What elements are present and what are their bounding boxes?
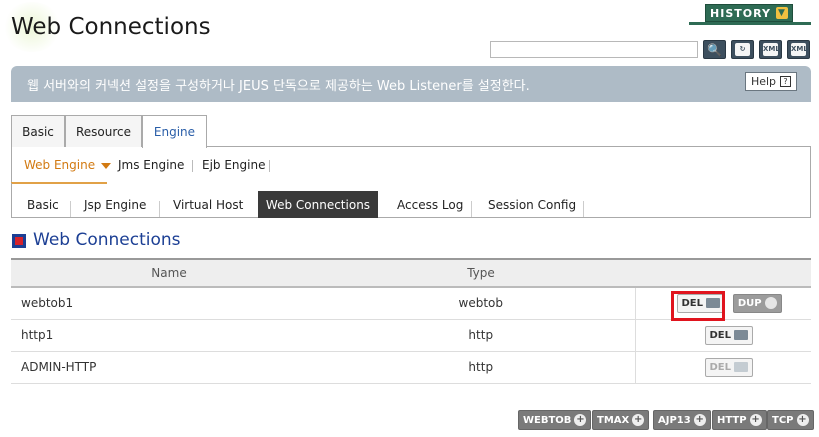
database-icon: [734, 362, 749, 372]
help-label: Help: [750, 75, 777, 88]
row-name: ADMIN-HTTP: [11, 351, 327, 384]
add-webtob-button[interactable]: WEBTOB +: [518, 410, 592, 430]
history-label: HISTORY: [710, 6, 771, 20]
dup-button[interactable]: DUP: [732, 293, 782, 313]
search-icon: 🔍: [707, 42, 722, 57]
tab-separator: [192, 160, 193, 172]
search-input[interactable]: [490, 41, 698, 58]
tab-web-basic[interactable]: Basic: [27, 198, 59, 212]
search-button[interactable]: 🔍: [703, 40, 726, 59]
add-icon: +: [693, 414, 706, 426]
tab-virtual-host[interactable]: Virtual Host: [173, 198, 243, 212]
add-icon: +: [749, 414, 762, 426]
main-tabs: Basic Resource Engine: [11, 115, 811, 148]
add-ajp13-button[interactable]: AJP13 +: [653, 410, 711, 430]
section-bullet-icon: [12, 234, 26, 248]
chevron-down-icon: ▼: [775, 7, 788, 19]
refresh-button[interactable]: ↻: [731, 40, 754, 59]
add-icon: +: [796, 414, 809, 426]
table-row: http1 http DEL: [11, 319, 811, 352]
tab-jsp-engine[interactable]: Jsp Engine: [84, 198, 146, 212]
caret-down-icon: [101, 162, 112, 169]
column-header-type: Type: [327, 258, 635, 288]
tab-web-engine-label: Web Engine: [24, 158, 96, 172]
tab-separator: [269, 160, 270, 172]
row-type: http: [327, 319, 635, 352]
add-ajp13-label: AJP13: [658, 414, 691, 426]
add-icon: +: [632, 414, 645, 426]
row-type: webtob: [327, 287, 635, 320]
highlight-box: [671, 291, 725, 321]
web-engine-tabs: Basic Jsp Engine Virtual Host Web Connec…: [11, 183, 811, 218]
section-title: Web Connections: [33, 230, 181, 250]
tab-session-config[interactable]: Session Config: [488, 198, 576, 212]
add-tcp-label: TCP: [772, 414, 794, 426]
del-label: DEL: [709, 329, 732, 341]
add-tcp-button[interactable]: TCP +: [767, 410, 814, 430]
add-tmax-button[interactable]: TMAX +: [592, 410, 650, 430]
export-xml-icon: XML: [763, 43, 780, 56]
tab-jms-engine[interactable]: Jms Engine: [118, 158, 184, 172]
add-icon: +: [574, 414, 587, 426]
tab-engine[interactable]: Engine: [142, 115, 207, 148]
import-xml-button[interactable]: XML: [787, 40, 810, 59]
tab-web-connections[interactable]: Web Connections: [258, 191, 378, 218]
page-title: Web Connections: [11, 14, 211, 40]
add-http-button[interactable]: HTTP +: [712, 410, 767, 430]
question-icon: ?: [780, 76, 792, 87]
tab-resource[interactable]: Resource: [65, 115, 142, 147]
banner-text: 웹 서버와의 커넥션 설정을 구성하거나 JEUS 단독으로 제공하는 Web …: [27, 79, 530, 94]
tab-ejb-engine[interactable]: Ejb Engine: [202, 158, 265, 172]
column-header-actions: [635, 258, 811, 288]
tab-separator: [583, 201, 584, 217]
add-webtob-label: WEBTOB: [523, 414, 572, 426]
table-row: ADMIN-HTTP http DEL: [11, 351, 811, 384]
import-xml-icon: XML: [791, 43, 808, 56]
row-actions: DEL: [634, 351, 811, 384]
add-http-label: HTTP: [717, 414, 747, 426]
engine-tabs: Web Engine Jms Engine Ejb Engine: [11, 147, 811, 183]
history-underline: [689, 22, 811, 25]
row-name: http1: [11, 319, 327, 352]
row-actions: DEL: [634, 319, 811, 352]
tab-separator: [471, 201, 472, 217]
add-tmax-label: TMAX: [597, 414, 630, 426]
tab-access-log[interactable]: Access Log: [397, 198, 463, 212]
del-button[interactable]: DEL: [704, 325, 754, 345]
gear-plus-icon: [764, 297, 777, 310]
column-header-name: Name: [11, 258, 327, 288]
del-label: DEL: [709, 361, 732, 373]
history-button[interactable]: HISTORY ▼: [705, 4, 793, 22]
export-xml-button[interactable]: XML: [759, 40, 782, 59]
tab-separator: [70, 201, 71, 217]
del-button: DEL: [704, 357, 754, 377]
table-header-row: Name Type: [11, 258, 811, 288]
database-icon: [734, 330, 749, 340]
row-type: http: [327, 351, 635, 384]
refresh-icon: ↻: [735, 43, 750, 56]
tab-separator: [159, 201, 160, 217]
dup-label: DUP: [737, 297, 762, 309]
tab-basic[interactable]: Basic: [11, 115, 65, 147]
help-button[interactable]: Help ?: [745, 72, 797, 91]
description-banner: 웹 서버와의 커넥션 설정을 구성하거나 JEUS 단독으로 제공하는 Web …: [11, 66, 811, 102]
row-name: webtob1: [11, 287, 327, 320]
tab-web-engine[interactable]: Web Engine: [24, 158, 112, 172]
